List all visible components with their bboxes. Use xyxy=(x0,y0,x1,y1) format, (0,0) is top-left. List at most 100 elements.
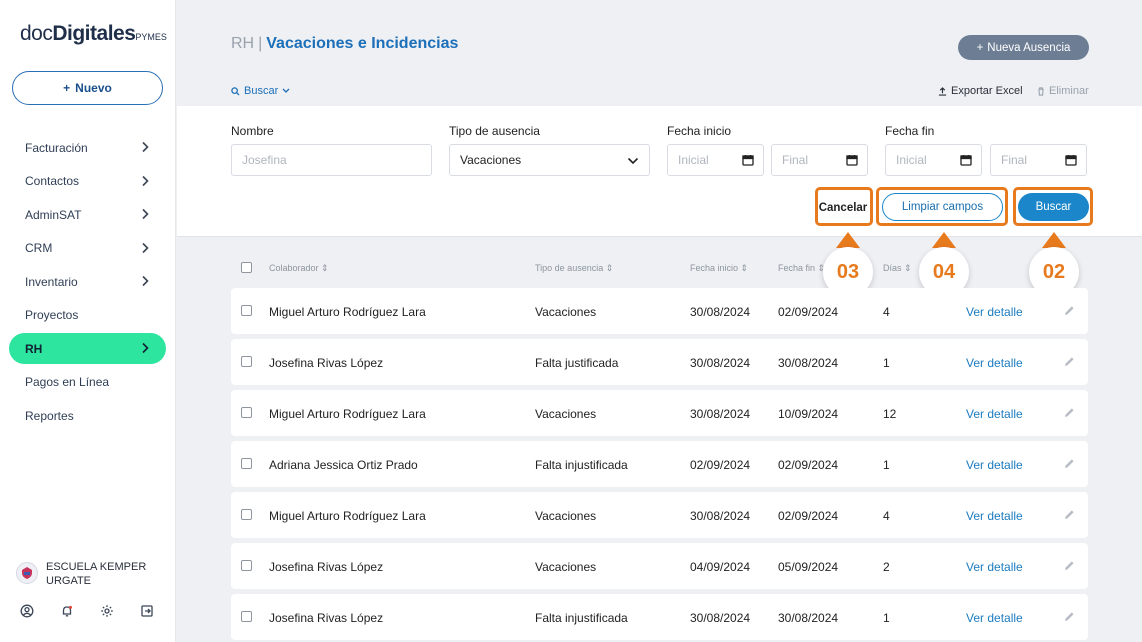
select-all-checkbox[interactable] xyxy=(241,262,252,273)
absence-type-select[interactable]: Vacaciones xyxy=(449,144,650,176)
pencil-icon[interactable] xyxy=(1063,457,1076,470)
view-detail-link[interactable]: Ver detalle xyxy=(966,305,1023,319)
sidebar-item-contactos[interactable]: Contactos xyxy=(0,165,176,199)
chevron-right-icon xyxy=(142,175,149,186)
sidebar-nav: Facturación Contactos AdminSAT CRM Inventari… xyxy=(0,131,176,433)
sidebar-item-inventario[interactable]: Inventario xyxy=(0,265,176,299)
logo-pymes: PYMES xyxy=(135,32,167,42)
cell-colaborador: Adriana Jessica Ortiz Prado xyxy=(269,458,418,472)
table-row[interactable]: Josefina Rivas López Falta justificada 30/… xyxy=(231,339,1088,385)
cell-fecha-inicio: 02/09/2024 xyxy=(690,458,751,472)
calendar-icon[interactable] xyxy=(742,154,754,166)
cell-fecha-fin: 02/09/2024 xyxy=(778,509,839,523)
end-date-from-input[interactable]: Inicial xyxy=(885,144,982,176)
table-header: Colaborador ⇕ Tipo de ausencia ⇕ Fecha i… xyxy=(231,256,1088,280)
sidebar-item-crm[interactable]: CRM xyxy=(0,232,176,266)
sidebar-item-pagos-en-l-nea[interactable]: Pagos en Línea xyxy=(0,366,176,400)
logo[interactable]: docDigitalesPYMES xyxy=(20,22,167,46)
view-detail-link[interactable]: Ver detalle xyxy=(966,509,1023,523)
search-icon xyxy=(231,86,240,96)
search-toggle[interactable]: Buscar xyxy=(231,85,290,97)
row-checkbox[interactable] xyxy=(241,407,252,418)
calendar-icon[interactable] xyxy=(1065,154,1077,166)
plus-icon: + xyxy=(976,41,984,54)
chevron-down-icon xyxy=(627,157,639,165)
cell-tipo: Vacaciones xyxy=(535,560,597,574)
sidebar-item-rh[interactable]: RH xyxy=(9,333,166,364)
view-detail-link[interactable]: Ver detalle xyxy=(966,560,1023,574)
cell-dias: 4 xyxy=(883,509,890,523)
cell-fecha-fin: 10/09/2024 xyxy=(778,407,839,421)
table-row[interactable]: Adriana Jessica Ortiz Prado Falta injusti… xyxy=(231,441,1088,487)
pencil-icon[interactable] xyxy=(1063,406,1076,419)
table-row[interactable]: Josefina Rivas López Vacaciones 04/09/2024… xyxy=(231,543,1088,589)
breadcrumb-section[interactable]: RH xyxy=(231,35,254,52)
pencil-icon[interactable] xyxy=(1063,610,1076,623)
cell-tipo: Vacaciones xyxy=(535,509,597,523)
cell-fecha-fin: 05/09/2024 xyxy=(778,560,839,574)
view-detail-link[interactable]: Ver detalle xyxy=(966,458,1023,472)
column-label: Fecha fin xyxy=(778,263,816,273)
table-row[interactable]: Miguel Arturo Rodríguez Lara Vacaciones 30… xyxy=(231,288,1088,334)
row-checkbox[interactable] xyxy=(241,509,252,520)
company-avatar xyxy=(16,562,38,584)
pencil-icon[interactable] xyxy=(1063,559,1076,572)
column-header-dias[interactable]: Días ⇕ xyxy=(883,263,912,274)
column-header-fecha-fin[interactable]: Fecha fin ⇕ xyxy=(778,263,825,274)
bottom-icons xyxy=(20,604,154,618)
start-date-from-placeholder: Inicial xyxy=(678,153,709,167)
sidebar-item-label: CRM xyxy=(25,241,53,256)
start-date-to-placeholder: Final xyxy=(782,153,809,167)
row-checkbox[interactable] xyxy=(241,356,252,367)
clear-highlight xyxy=(876,187,1008,226)
cell-fecha-fin: 02/09/2024 xyxy=(778,458,839,472)
cell-tipo: Vacaciones xyxy=(535,305,597,319)
start-date-to-input[interactable]: Final xyxy=(771,144,868,176)
row-checkbox[interactable] xyxy=(241,458,252,469)
row-checkbox[interactable] xyxy=(241,560,252,571)
pencil-icon[interactable] xyxy=(1063,355,1076,368)
end-date-to-input[interactable]: Final xyxy=(990,144,1087,176)
view-detail-link[interactable]: Ver detalle xyxy=(966,407,1023,421)
cell-tipo: Falta injustificada xyxy=(535,458,628,472)
start-date-from-input[interactable]: Inicial xyxy=(667,144,764,176)
trash-icon xyxy=(1038,86,1044,96)
sidebar-item-proyectos[interactable]: Proyectos xyxy=(0,299,176,333)
column-header-tipo[interactable]: Tipo de ausencia ⇕ xyxy=(535,263,613,274)
user-circle-icon[interactable] xyxy=(20,604,34,618)
row-checkbox[interactable] xyxy=(241,305,252,316)
export-excel-button[interactable]: Exportar Excel xyxy=(938,85,1023,97)
search-toggle-label: Buscar xyxy=(244,85,279,97)
name-filter-input[interactable]: Josefina xyxy=(231,144,432,176)
column-header-fecha-inicio[interactable]: Fecha inicio ⇕ xyxy=(690,263,748,274)
pencil-icon[interactable] xyxy=(1063,304,1076,317)
bell-icon[interactable] xyxy=(60,604,74,618)
new-absence-label: Nueva Ausencia xyxy=(987,41,1071,54)
logout-icon[interactable] xyxy=(140,604,154,618)
company-info[interactable]: ESCUELA KEMPER URGATE xyxy=(16,560,166,588)
new-absence-button[interactable]: + Nueva Ausencia xyxy=(958,35,1089,60)
calendar-icon[interactable] xyxy=(846,154,858,166)
delete-button[interactable]: Eliminar xyxy=(1037,85,1089,97)
upload-icon xyxy=(938,86,947,96)
view-detail-link[interactable]: Ver detalle xyxy=(966,356,1023,370)
chevron-right-icon xyxy=(142,141,149,153)
table-row[interactable]: Josefina Rivas López Falta injustificada 3… xyxy=(231,594,1088,640)
table-row[interactable]: Miguel Arturo Rodríguez Lara Vacaciones 30… xyxy=(231,492,1088,538)
sidebar-item-reportes[interactable]: Reportes xyxy=(0,399,176,433)
sidebar-item-facturaci-n[interactable]: Facturación xyxy=(0,131,176,165)
new-button[interactable]: + Nuevo xyxy=(12,71,163,105)
calendar-icon[interactable] xyxy=(960,154,972,166)
row-checkbox[interactable] xyxy=(241,611,252,622)
sort-icon: ⇕ xyxy=(740,263,749,273)
type-filter-label: Tipo de ausencia xyxy=(449,124,540,138)
gear-icon[interactable] xyxy=(100,604,114,618)
logo-doc: doc xyxy=(20,22,53,45)
sidebar: docDigitalesPYMES + Nuevo Facturación Con… xyxy=(0,0,176,642)
sidebar-item-adminsat[interactable]: AdminSAT xyxy=(0,198,176,232)
pencil-icon[interactable] xyxy=(1063,508,1076,521)
column-header-colaborador[interactable]: Colaborador ⇕ xyxy=(269,263,329,274)
sort-icon: ⇕ xyxy=(817,263,826,273)
view-detail-link[interactable]: Ver detalle xyxy=(966,611,1023,625)
table-row[interactable]: Miguel Arturo Rodríguez Lara Vacaciones 30… xyxy=(231,390,1088,436)
